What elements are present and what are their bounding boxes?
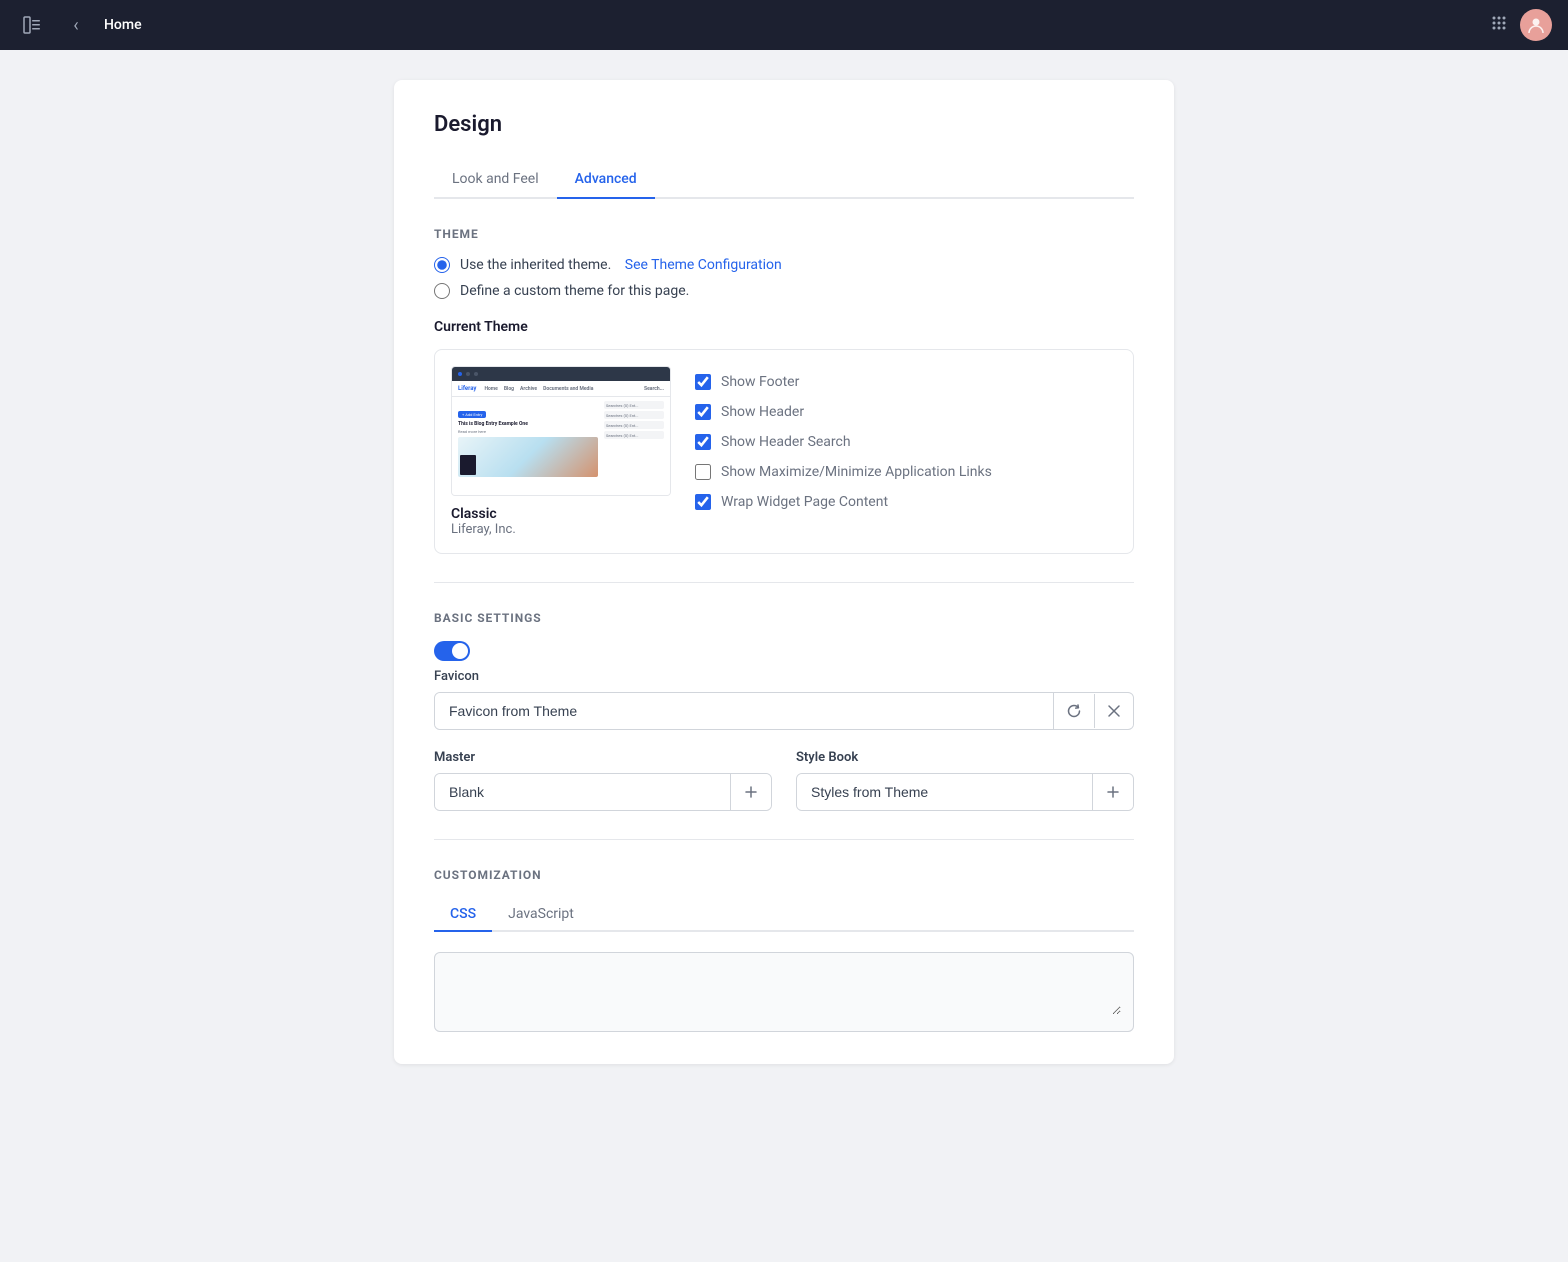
checkbox-show-header-search-input[interactable] (695, 434, 711, 450)
favicon-label: Favicon (434, 669, 1134, 684)
back-button[interactable]: ‹ (60, 9, 92, 41)
mini-browser-preview: Liferay Home Blog Archive Documents and … (452, 367, 670, 495)
checkbox-show-header[interactable]: Show Header (695, 404, 992, 420)
checkbox-show-maximize-input[interactable] (695, 464, 711, 480)
radio-custom[interactable]: Define a custom theme for this page. (434, 283, 1134, 299)
checkbox-show-header-input[interactable] (695, 404, 711, 420)
current-theme-label: Current Theme (434, 319, 1134, 335)
tab-advanced[interactable]: Advanced (557, 161, 655, 199)
favicon-row (434, 641, 1134, 661)
theme-radio-group: Use the inherited theme. See Theme Confi… (434, 257, 1134, 299)
css-textarea[interactable] (447, 965, 1121, 1015)
master-col: Master (434, 750, 772, 811)
checkbox-wrap-widget-label: Wrap Widget Page Content (721, 494, 888, 510)
radio-inherited-input[interactable] (434, 257, 450, 273)
main-content: Design Look and Feel Advanced THEME Use … (0, 50, 1568, 1094)
style-book-select[interactable] (797, 774, 1092, 810)
style-book-add-button[interactable] (1092, 774, 1133, 810)
radio-custom-label: Define a custom theme for this page. (460, 283, 689, 299)
top-navigation: ‹ Home (0, 0, 1568, 50)
checkbox-wrap-widget[interactable]: Wrap Widget Page Content (695, 494, 992, 510)
tab-css[interactable]: CSS (434, 898, 492, 932)
checkbox-show-header-search[interactable]: Show Header Search (695, 434, 992, 450)
theme-heading: THEME (434, 227, 1134, 241)
see-theme-config-link[interactable]: See Theme Configuration (625, 257, 782, 273)
theme-preview: Liferay Home Blog Archive Documents and … (451, 366, 671, 537)
checkbox-wrap-widget-input[interactable] (695, 494, 711, 510)
nav-right (1490, 9, 1552, 41)
grid-icon[interactable] (1490, 14, 1508, 36)
favicon-toggle[interactable] (434, 641, 470, 661)
checkbox-show-header-label: Show Header (721, 404, 804, 420)
checkbox-show-maximize-label: Show Maximize/Minimize Application Links (721, 464, 992, 480)
theme-checkbox-list: Show Footer Show Header Show Header Sear… (695, 366, 992, 510)
master-label: Master (434, 750, 772, 765)
master-style-row: Master Style Book (434, 750, 1134, 811)
customization-heading: CUSTOMIZATION (434, 868, 1134, 882)
css-code-area[interactable] (434, 952, 1134, 1032)
theme-section: THEME Use the inherited theme. See Theme… (434, 227, 1134, 554)
theme-name: Classic (451, 506, 671, 522)
checkbox-show-header-search-label: Show Header Search (721, 434, 851, 450)
checkbox-show-maximize[interactable]: Show Maximize/Minimize Application Links (695, 464, 992, 480)
favicon-clear-button[interactable] (1094, 694, 1133, 728)
checkbox-show-footer-input[interactable] (695, 374, 711, 390)
theme-preview-image: Liferay Home Blog Archive Documents and … (451, 366, 671, 496)
divider-1 (434, 582, 1134, 583)
style-book-col: Style Book (796, 750, 1134, 811)
page-title: Home (104, 17, 142, 33)
style-book-select-group (796, 773, 1134, 811)
tab-javascript[interactable]: JavaScript (492, 898, 590, 932)
radio-inherited-label: Use the inherited theme. (460, 257, 615, 273)
tab-look-and-feel[interactable]: Look and Feel (434, 161, 557, 199)
radio-inherited[interactable]: Use the inherited theme. See Theme Confi… (434, 257, 1134, 273)
radio-custom-input[interactable] (434, 283, 450, 299)
master-add-button[interactable] (730, 774, 771, 810)
master-select-group (434, 773, 772, 811)
basic-settings-heading: BASIC SETTINGS (434, 611, 1134, 625)
divider-2 (434, 839, 1134, 840)
style-book-label: Style Book (796, 750, 1134, 765)
favicon-input-group (434, 692, 1134, 730)
nav-left: ‹ Home (16, 9, 142, 41)
customization-tabs: CSS JavaScript (434, 898, 1134, 932)
favicon-input[interactable] (435, 693, 1053, 729)
sidebar-toggle-button[interactable] (16, 9, 48, 41)
checkbox-show-footer-label: Show Footer (721, 374, 799, 390)
favicon-refresh-button[interactable] (1053, 693, 1094, 729)
design-panel: Design Look and Feel Advanced THEME Use … (394, 80, 1174, 1064)
design-tabs: Look and Feel Advanced (434, 161, 1134, 199)
checkbox-show-footer[interactable]: Show Footer (695, 374, 992, 390)
master-select[interactable] (435, 774, 730, 810)
theme-card: Liferay Home Blog Archive Documents and … (434, 349, 1134, 554)
theme-author: Liferay, Inc. (451, 522, 671, 537)
avatar[interactable] (1520, 9, 1552, 41)
customization-section: CUSTOMIZATION CSS JavaScript (434, 868, 1134, 1032)
basic-settings-section: BASIC SETTINGS Favicon (434, 611, 1134, 811)
design-title: Design (434, 112, 1134, 137)
